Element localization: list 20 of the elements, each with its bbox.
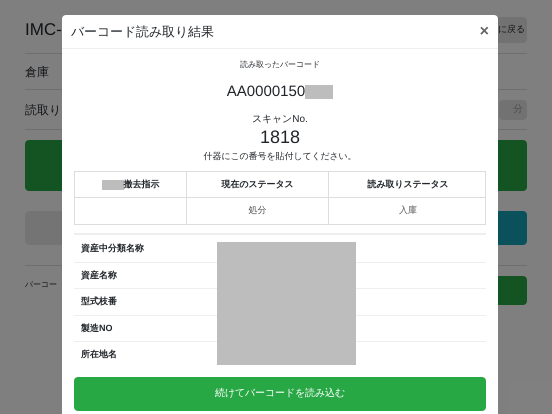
column-header: 現在のステータス <box>222 178 294 191</box>
detail-label: 製造NO <box>81 322 112 334</box>
read-label: 読取り <box>25 102 61 118</box>
dialog-title: バーコード読み取り結果 <box>71 22 214 41</box>
instruction-text: 什器にこの番号を貼付してください。 <box>204 150 356 162</box>
barcode-caption: 読み取ったバーコード <box>240 59 320 71</box>
table-cell-text: 処分 <box>248 204 266 218</box>
scan-caption: スキャンNo. <box>252 112 308 126</box>
detail-label: 所在地名 <box>81 348 117 361</box>
detail-label: 資産名称 <box>81 268 117 282</box>
scan-number: 1818 <box>260 126 300 146</box>
column-header: 撤去指示 <box>124 178 160 191</box>
barcode-label: バーコー <box>25 279 57 291</box>
detail-label: 型式枝番 <box>81 295 117 308</box>
detail-label: 資産中分類名称 <box>81 242 144 255</box>
warehouse-label: 倉庫 <box>25 64 49 80</box>
barcode-value: AA0000150 <box>226 82 306 102</box>
column-header: 読み取りステータス <box>368 178 448 191</box>
page-title: IMC- <box>25 19 62 42</box>
table-cell-text: 入庫 <box>399 204 417 218</box>
